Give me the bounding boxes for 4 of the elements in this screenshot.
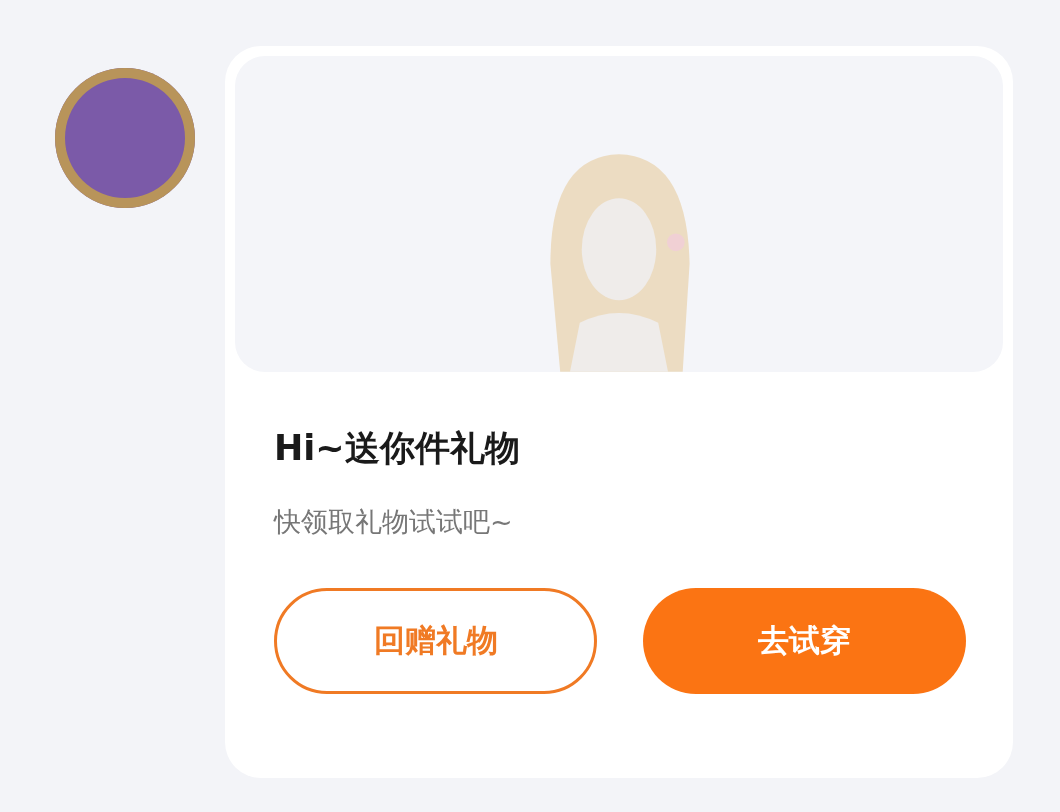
message-title: Hi~送你件礼物 — [274, 427, 521, 470]
try-on-button[interactable]: 去试穿 — [643, 588, 966, 694]
message-subtitle: 快领取礼物试试吧~ — [274, 505, 514, 539]
return-gift-button[interactable]: 回赠礼物 — [274, 588, 597, 694]
